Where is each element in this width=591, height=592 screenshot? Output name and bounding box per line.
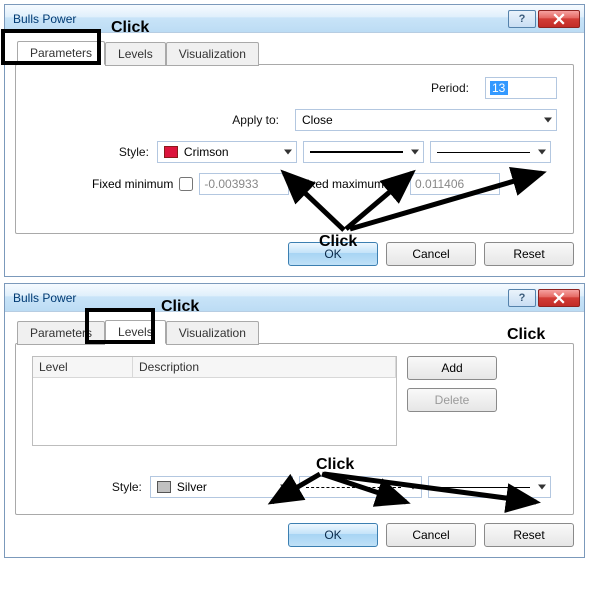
tab-strip: Parameters Levels Visualization [15,41,574,65]
close-button[interactable] [538,10,580,28]
tab-strip: Parameters Levels Visualization [15,320,574,344]
style-color-select[interactable]: Silver [150,476,293,498]
period-input[interactable]: 13 [485,77,557,99]
tab-visualization[interactable]: Visualization [166,321,259,345]
color-swatch-crimson [164,146,178,158]
tab-levels[interactable]: Levels [105,320,166,344]
reset-button[interactable]: Reset [484,242,574,266]
ok-button[interactable]: OK [288,242,378,266]
dialog-body: Click Click Parameters Levels Visualizat… [5,312,584,557]
style-line-select[interactable] [299,476,422,498]
fixed-min-checkbox[interactable] [179,177,193,191]
style-color-select[interactable]: Crimson [157,141,297,163]
style-width-select[interactable] [430,141,551,163]
delete-button[interactable]: Delete [407,388,497,412]
style-width-select[interactable] [428,476,551,498]
cancel-button[interactable]: Cancel [386,242,476,266]
reset-button[interactable]: Reset [484,523,574,547]
ok-button[interactable]: OK [288,523,378,547]
tab-visualization[interactable]: Visualization [166,42,259,66]
annotation-click-5: Click [316,456,354,474]
fixed-max-input[interactable] [410,173,500,195]
col-description[interactable]: Description [133,357,396,378]
col-level[interactable]: Level [33,357,133,378]
window-title: Bulls Power [13,12,506,26]
button-bar: OK Cancel Reset [15,523,574,547]
fixed-min-input[interactable] [199,173,289,195]
table-header: Level Description [33,357,396,378]
dialog-levels: Bulls Power ? Click Click Parameters Lev… [4,283,585,558]
help-button[interactable]: ? [508,289,536,307]
line-width-preview [435,487,530,488]
fixed-min-label: Fixed minimum [92,177,173,191]
chevron-down-icon [409,485,417,490]
chevron-down-icon [280,485,288,490]
fixed-max-checkbox[interactable] [390,177,404,191]
panel-parameters: Period: 13 Apply to: Close Style: Crimso… [15,64,574,234]
button-bar: OK Cancel Reset [15,242,574,266]
tab-parameters[interactable]: Parameters [17,321,105,345]
chevron-down-icon [538,485,546,490]
dialog-body: Click Parameters Levels Visualization Pe… [5,33,584,276]
style-label: Style: [32,480,150,494]
style-label: Style: [32,145,157,159]
fixed-max-label: Fixed maximum [299,177,384,191]
panel-levels: Level Description Add Delete Click Style… [15,343,574,515]
chevron-down-icon [411,150,419,155]
chevron-down-icon [284,150,292,155]
chevron-down-icon [544,118,552,123]
close-button[interactable] [538,289,580,307]
tab-levels[interactable]: Levels [105,42,166,66]
titlebar: Bulls Power ? [5,284,584,312]
apply-to-select[interactable]: Close [295,109,557,131]
cancel-button[interactable]: Cancel [386,523,476,547]
apply-label: Apply to: [232,113,287,127]
tab-parameters[interactable]: Parameters [17,41,105,65]
help-button[interactable]: ? [508,10,536,28]
period-label: Period: [431,81,477,95]
color-swatch-silver [157,481,171,493]
levels-table[interactable]: Level Description [32,356,397,446]
chevron-down-icon [538,150,546,155]
window-title: Bulls Power [13,291,506,305]
add-button[interactable]: Add [407,356,497,380]
titlebar: Bulls Power ? [5,5,584,33]
line-style-preview [306,487,401,488]
line-style-preview [310,151,403,153]
line-width-preview [437,152,530,153]
dialog-parameters: Bulls Power ? Click Parameters Levels Vi… [4,4,585,277]
style-line-select[interactable] [303,141,424,163]
